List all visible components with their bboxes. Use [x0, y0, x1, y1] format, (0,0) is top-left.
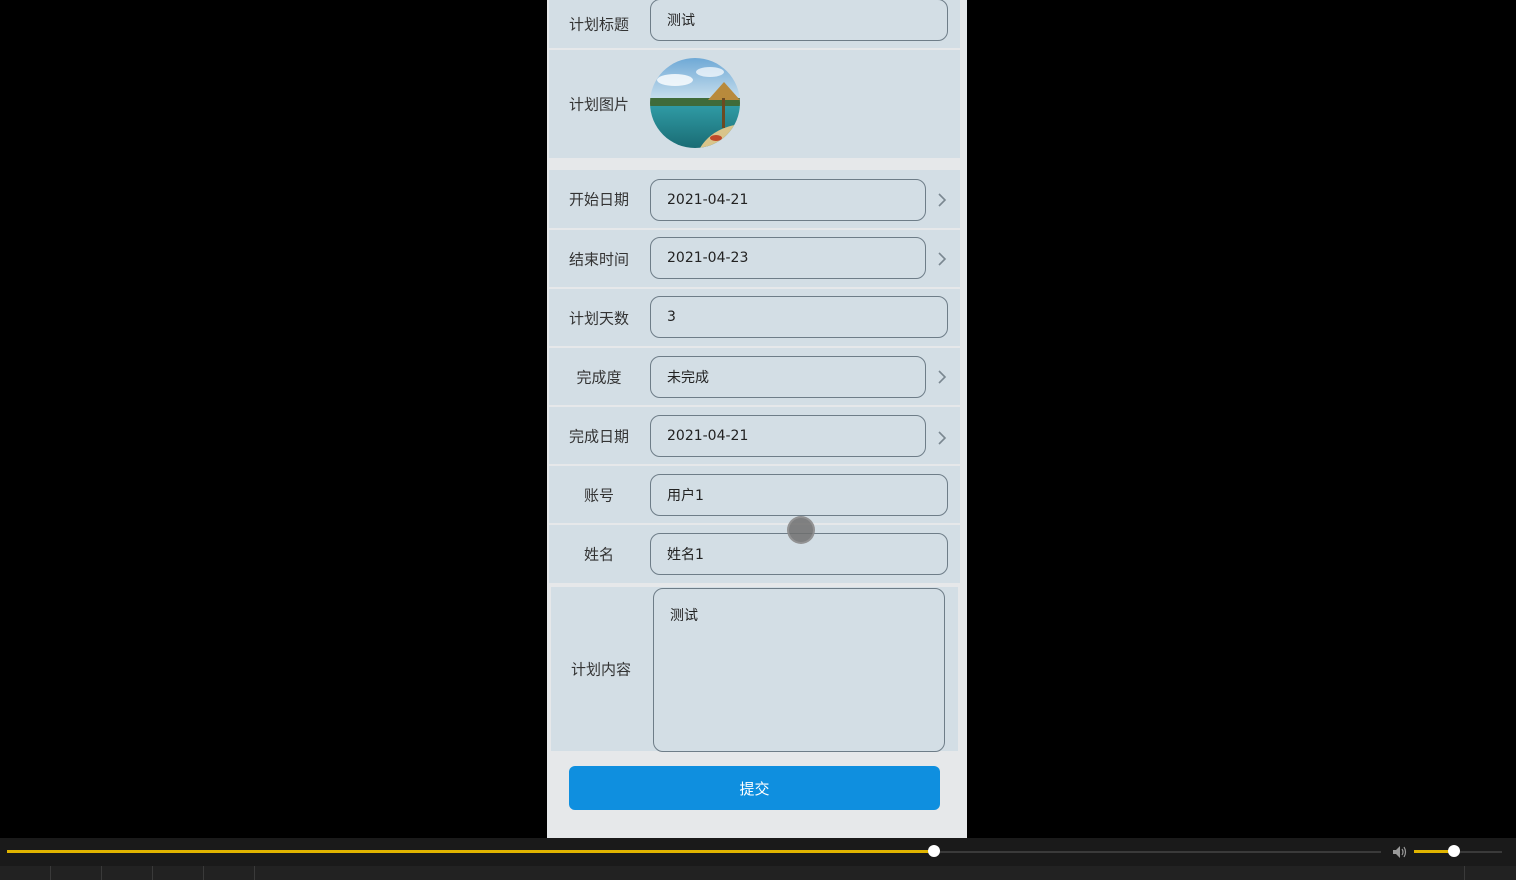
- content-row: 计划内容 测试: [551, 587, 958, 753]
- toolbar-divider: [254, 866, 255, 880]
- name-label: 姓名: [583, 545, 614, 564]
- completion-label: 完成度: [576, 368, 622, 386]
- chevron-right-icon[interactable]: [935, 193, 949, 207]
- end-time-field[interactable]: 2021-04-23: [650, 237, 926, 279]
- plan-image[interactable]: [650, 58, 740, 148]
- beach-image-icon: [650, 58, 740, 148]
- plan-form-screen: 计划标题 测试 计划图片 开始日期 2021-04-21 结束时间 2021-0…: [547, 0, 967, 838]
- chevron-right-icon[interactable]: [935, 370, 949, 384]
- end-time-row[interactable]: 结束时间 2021-04-23: [549, 230, 960, 289]
- plan-days-label: 计划天数: [568, 309, 629, 327]
- start-date-row[interactable]: 开始日期 2021-04-21: [549, 170, 960, 230]
- seek-progress: [7, 850, 935, 853]
- completion-row[interactable]: 完成度 未完成: [549, 348, 960, 407]
- content-textarea[interactable]: 测试: [653, 588, 945, 752]
- content-label: 计划内容: [570, 660, 631, 679]
- toolbar-divider: [203, 866, 204, 880]
- title-label: 计划标题: [568, 15, 629, 34]
- complete-date-value: 2021-04-21: [667, 428, 749, 444]
- volume-icon[interactable]: [1392, 844, 1408, 858]
- title-row: 计划标题 测试: [549, 0, 960, 50]
- volume-handle[interactable]: [1447, 845, 1460, 857]
- submit-button[interactable]: 提交: [569, 766, 940, 810]
- account-row: 账号 用户1: [549, 466, 960, 525]
- title-input[interactable]: 测试: [650, 0, 948, 41]
- toolbar-divider: [1464, 866, 1465, 880]
- account-input[interactable]: 用户1: [650, 474, 948, 516]
- title-value: 测试: [667, 13, 695, 29]
- image-label: 计划图片: [568, 95, 629, 114]
- completion-value: 未完成: [667, 370, 709, 386]
- toolbar-divider: [152, 866, 153, 880]
- plan-days-row: 计划天数 3: [549, 289, 960, 348]
- name-value: 姓名1: [667, 547, 704, 563]
- end-time-label: 结束时间: [568, 250, 629, 268]
- end-time-value: 2021-04-23: [667, 250, 749, 266]
- touch-cursor-indicator: [787, 516, 815, 544]
- chevron-right-icon[interactable]: [935, 431, 949, 445]
- complete-date-field[interactable]: 2021-04-21: [650, 415, 926, 457]
- start-date-field[interactable]: 2021-04-21: [650, 179, 926, 221]
- account-label: 账号: [583, 486, 614, 504]
- toolbar-divider: [50, 866, 51, 880]
- account-value: 用户1: [667, 488, 704, 504]
- name-row: 姓名 姓名1: [549, 525, 960, 585]
- complete-date-row[interactable]: 完成日期 2021-04-21: [549, 407, 960, 466]
- toolbar-divider: [101, 866, 102, 880]
- image-row: 计划图片: [549, 50, 960, 160]
- plan-days-value: 3: [667, 309, 676, 325]
- content-value: 测试: [670, 608, 698, 624]
- completion-select[interactable]: 未完成: [650, 356, 926, 398]
- start-date-value: 2021-04-21: [667, 192, 749, 208]
- plan-days-input[interactable]: 3: [650, 296, 948, 338]
- bottom-toolbar: [0, 866, 1516, 880]
- start-date-label: 开始日期: [568, 190, 629, 209]
- complete-date-label: 完成日期: [568, 427, 629, 445]
- chevron-right-icon[interactable]: [935, 252, 949, 266]
